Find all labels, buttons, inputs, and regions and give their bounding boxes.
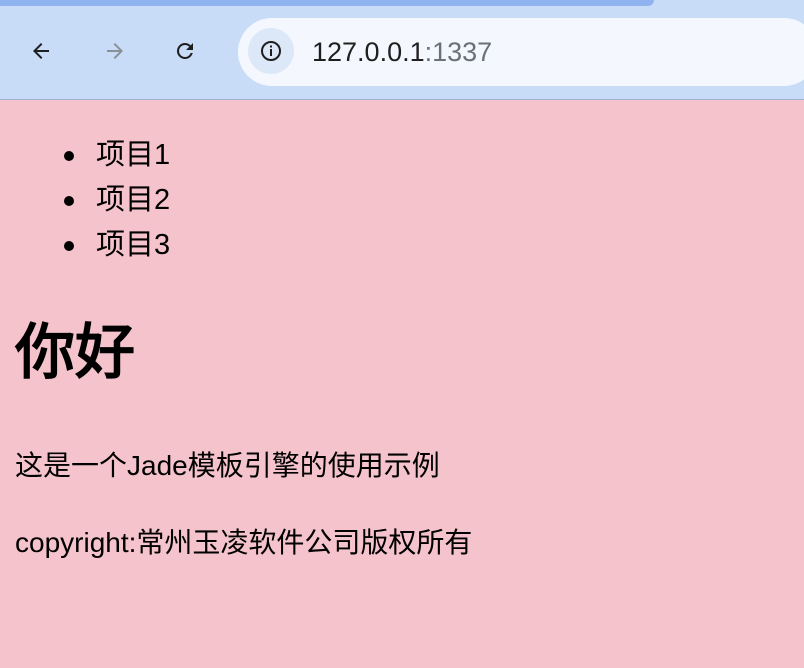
- copyright-text: copyright:常州玉凌软件公司版权所有: [15, 527, 473, 558]
- info-icon: [261, 41, 281, 61]
- browser-toolbar: 127.0.0.1:1337: [0, 0, 804, 100]
- description-text: 这是一个Jade模板引擎的使用示例: [15, 450, 440, 481]
- reload-icon: [176, 42, 193, 59]
- back-button[interactable]: [21, 31, 61, 71]
- back-arrow-icon: [33, 43, 49, 59]
- address-bar[interactable]: 127.0.0.1:1337: [238, 18, 804, 86]
- forward-button[interactable]: [95, 31, 135, 71]
- page-heading: 你好: [15, 319, 135, 386]
- list-item: 项目2: [0, 181, 170, 226]
- forward-arrow-icon: [107, 43, 123, 59]
- url-text[interactable]: 127.0.0.1:1337: [312, 36, 492, 68]
- item-list: 项目1 项目2 项目3: [0, 136, 170, 271]
- tab-strip: [0, 0, 654, 6]
- url-port: :1337: [424, 37, 493, 67]
- page-content: 项目1 项目2 项目3 你好 这是一个Jade模板引擎的使用示例 copyrig…: [0, 100, 804, 668]
- url-host: 127.0.0.1: [312, 37, 425, 67]
- site-info-button[interactable]: [248, 28, 294, 74]
- list-item: 项目3: [0, 226, 170, 271]
- list-item: 项目1: [0, 136, 170, 181]
- reload-button[interactable]: [165, 31, 205, 71]
